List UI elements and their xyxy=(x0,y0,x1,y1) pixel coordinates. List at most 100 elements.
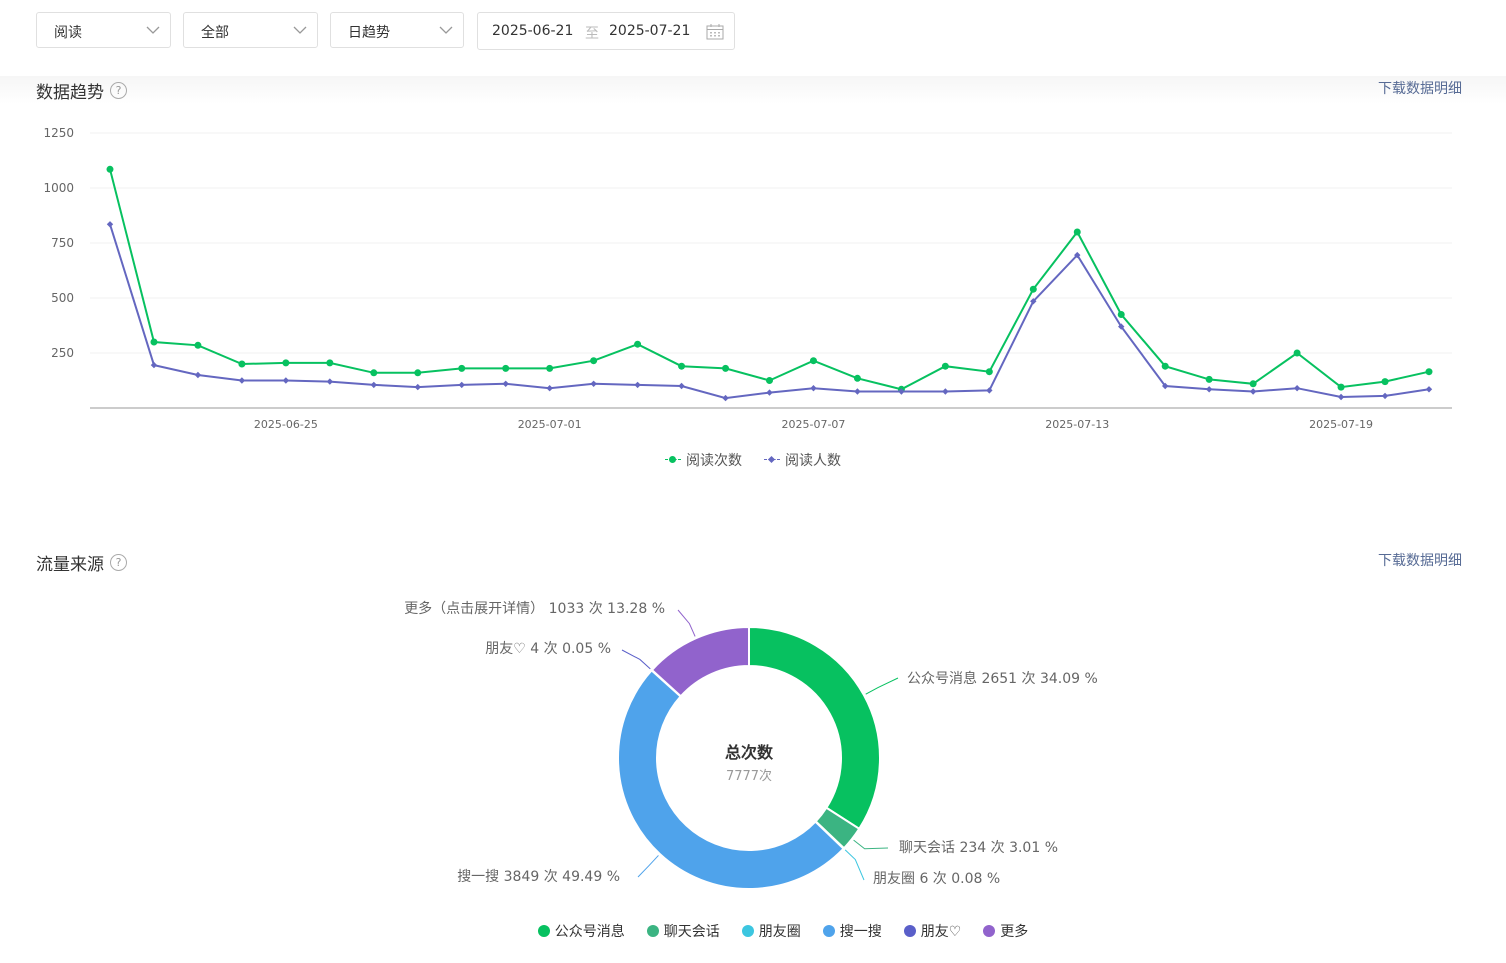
data-point xyxy=(546,364,554,372)
data-point xyxy=(1337,383,1345,391)
data-point xyxy=(238,360,246,368)
x-tick-label: 2025-07-01 xyxy=(518,418,582,431)
slice-label: 聊天会话 234 次 3.01 % xyxy=(899,840,1058,856)
series-line xyxy=(109,169,1430,391)
date-end[interactable]: 2025-07-21 xyxy=(609,23,690,39)
legend-item-search[interactable]: 搜一搜 xyxy=(822,921,882,941)
legend-swatch xyxy=(983,925,996,937)
data-point xyxy=(1073,228,1081,236)
slice-leader-line xyxy=(844,849,865,881)
data-point xyxy=(414,383,421,391)
scope-select[interactable]: 全部 xyxy=(183,12,318,48)
data-point xyxy=(282,359,290,367)
legend-item-chat[interactable]: 聊天会话 xyxy=(646,921,720,941)
donut-slice xyxy=(748,625,882,831)
legend-item-official-msg[interactable]: 公众号消息 xyxy=(537,921,625,941)
date-separator: 至 xyxy=(585,26,599,42)
calendar-icon[interactable] xyxy=(706,24,724,40)
legend-label: 聊天会话 xyxy=(663,924,720,940)
trend-title-text: 数据趋势 xyxy=(36,83,104,103)
legend-label: 朋友圈 xyxy=(758,924,801,940)
data-point xyxy=(1161,362,1169,370)
y-tick-label: 1000 xyxy=(43,181,74,195)
slice-leader-line xyxy=(677,609,696,637)
help-icon[interactable]: ? xyxy=(110,554,127,571)
slice-label: 朋友♡ 4 次 0.05 % xyxy=(485,641,611,657)
data-point xyxy=(238,377,246,384)
data-point xyxy=(853,374,861,382)
source-section-title: 流量来源 ? xyxy=(36,550,127,575)
data-point xyxy=(370,381,377,389)
help-icon[interactable]: ? xyxy=(110,82,127,99)
legend-label: 公众号消息 xyxy=(554,924,625,940)
source-title-text: 流量来源 xyxy=(36,555,104,575)
y-tick-label: 500 xyxy=(51,291,74,305)
trend-line-chart: 250 500 750 1000 1250 2025-06-25 2025-07-01 202… xyxy=(43,126,1452,431)
granularity-select[interactable]: 日趋势 xyxy=(330,12,464,48)
data-point xyxy=(546,385,553,392)
legend-swatch xyxy=(741,925,754,937)
data-point xyxy=(1249,380,1257,388)
donut-center-value: 7777次 xyxy=(726,768,772,784)
legend-label: 阅读次数 xyxy=(686,453,742,469)
data-point xyxy=(1381,392,1389,400)
data-point xyxy=(1029,285,1037,293)
data-point xyxy=(458,364,466,372)
chevron-down-icon xyxy=(293,26,307,34)
legend-label: 更多 xyxy=(1000,924,1029,940)
slice-label: 公众号消息 2651 次 34.09 % xyxy=(907,670,1098,687)
trend-legend: 阅读次数 阅读人数 xyxy=(0,450,1506,470)
data-point xyxy=(942,388,949,395)
data-point xyxy=(150,338,158,346)
data-point xyxy=(106,221,114,228)
y-tick-label: 750 xyxy=(51,236,74,250)
x-tick-label: 2025-07-19 xyxy=(1309,418,1373,431)
legend-item-moments[interactable]: 朋友圈 xyxy=(741,921,801,941)
x-tick-label: 2025-06-25 xyxy=(254,418,318,431)
date-range-picker[interactable]: 2025-06-21 至 2025-07-21 xyxy=(477,12,735,50)
legend-label: 阅读人数 xyxy=(785,453,841,469)
data-point xyxy=(106,165,114,173)
data-point xyxy=(722,394,729,402)
data-point xyxy=(590,357,598,365)
data-point xyxy=(1293,349,1301,357)
data-point xyxy=(634,381,641,389)
data-point xyxy=(722,364,730,372)
data-point xyxy=(1381,378,1389,386)
slice-leader-line xyxy=(637,855,659,878)
scope-select-value: 全部 xyxy=(201,25,229,41)
source-donut-chart: 公众号消息 2651 次 34.09 % 聊天会话 234 次 3.01 % 朋友圈… xyxy=(404,600,1098,890)
legend-label: 朋友♡ xyxy=(920,924,962,940)
data-point xyxy=(414,369,422,377)
slice-label: 朋友圈 6 次 0.08 % xyxy=(873,871,1000,887)
legend-swatch xyxy=(646,925,659,937)
data-point xyxy=(985,368,993,376)
legend-item-more[interactable]: 更多 xyxy=(983,921,1028,941)
trend-download-link[interactable]: 下载数据明细 xyxy=(1378,78,1462,98)
legend-item-friends[interactable]: 朋友♡ xyxy=(903,921,962,941)
trend-section-title: 数据趋势 ? xyxy=(36,78,127,103)
data-point xyxy=(502,364,510,372)
section-divider xyxy=(0,76,1506,104)
data-point xyxy=(1249,388,1257,395)
legend-label: 搜一搜 xyxy=(839,924,882,940)
series-line xyxy=(109,224,1430,400)
data-point xyxy=(502,380,509,387)
data-point xyxy=(1337,393,1345,401)
data-point xyxy=(766,377,773,384)
chevron-down-icon xyxy=(146,26,160,34)
metric-select[interactable]: 阅读 xyxy=(36,12,171,48)
data-point xyxy=(678,362,686,370)
legend-item-reads[interactable]: 阅读次数 xyxy=(665,450,742,470)
data-point xyxy=(941,362,949,370)
legend-item-readers[interactable]: 阅读人数 xyxy=(764,450,841,470)
date-start[interactable]: 2025-06-21 xyxy=(492,23,573,39)
data-point xyxy=(1205,375,1213,383)
data-point xyxy=(766,389,773,396)
data-point xyxy=(1425,368,1433,376)
slice-leader-line xyxy=(853,839,889,850)
source-legend: 公众号消息 聊天会话 朋友圈 搜一搜 朋友♡ 更多 xyxy=(0,921,1506,941)
data-point xyxy=(1205,386,1213,393)
data-point xyxy=(678,382,685,390)
source-download-link[interactable]: 下载数据明细 xyxy=(1378,550,1462,570)
